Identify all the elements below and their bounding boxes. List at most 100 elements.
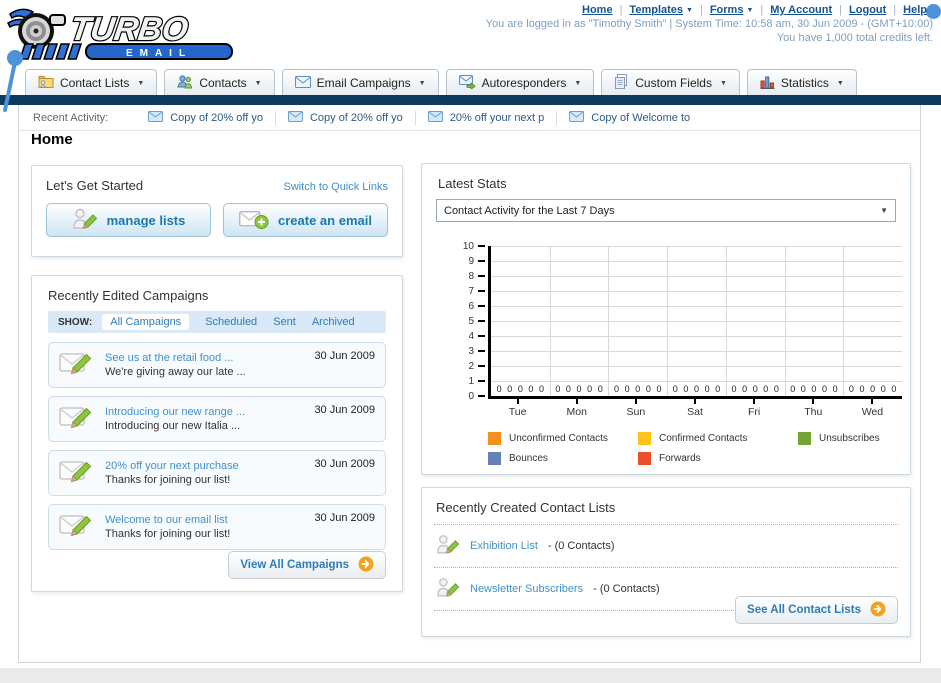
recent-activity-item[interactable]: Copy of 20% off yo: [136, 110, 276, 125]
chart-x-label: Tue: [488, 399, 547, 418]
chart-x-tick: [812, 399, 815, 404]
header-link-forms[interactable]: Forms: [710, 4, 744, 16]
chart-y-label: 4: [468, 331, 474, 342]
chart-y-tick: [478, 380, 485, 382]
see-all-contact-lists-button[interactable]: See All Contact Lists: [735, 596, 898, 624]
chart-value-label: 0: [496, 384, 502, 394]
recent-activity-link[interactable]: Copy of Welcome to: [591, 112, 690, 124]
chart-x-tick: [753, 399, 756, 404]
stats-period-select[interactable]: Contact Activity for the Last 7 Days ▼: [436, 199, 896, 222]
chart-y-label: 6: [468, 301, 474, 312]
chart-value-group: 00000: [608, 384, 667, 394]
chart-x-tick: [871, 399, 874, 404]
legend-item-confirmed-contacts: Confirmed Contacts: [638, 432, 798, 445]
campaign-subtitle: Introducing our new Italia ...: [105, 420, 241, 432]
switch-to-quick-links-link[interactable]: Switch to Quick Links: [283, 181, 388, 193]
page-title: Home: [31, 131, 73, 148]
chart-value-label: 0: [800, 384, 806, 394]
chart-value-label: 0: [773, 384, 779, 394]
manage-lists-button[interactable]: manage lists: [46, 203, 211, 237]
view-all-campaigns-button[interactable]: View All Campaigns: [228, 551, 386, 579]
campaign-item[interactable]: 20% off your next purchase Thanks for jo…: [48, 450, 386, 496]
tab-email-campaigns[interactable]: Email Campaigns ▼: [281, 69, 439, 96]
chart-gridline: [725, 246, 727, 396]
chart-y-label: 5: [468, 316, 474, 327]
tab-autoresponders[interactable]: Autoresponders ▼: [445, 69, 595, 96]
campaign-filter-sent[interactable]: Sent: [273, 316, 296, 328]
chart-gridline: [491, 366, 902, 367]
tab-statistics[interactable]: Statistics ▼: [746, 69, 857, 96]
recent-activity-item[interactable]: Copy of Welcome to: [557, 110, 702, 125]
chart-value-label: 0: [614, 384, 620, 394]
chart-x-label: Mon: [547, 399, 606, 418]
campaign-filter-archived[interactable]: Archived: [312, 316, 355, 328]
header-link-logout[interactable]: Logout: [849, 4, 886, 16]
campaign-item[interactable]: Introducing our new range ... Introducin…: [48, 396, 386, 442]
chart-x-tick: [693, 399, 696, 404]
chart-value-label: 0: [752, 384, 758, 394]
chart-x-axis: Tue Mon Sun Sat Fri Thu Wed: [488, 399, 902, 418]
credits-status: You have 1,000 total credits left.: [776, 32, 933, 44]
campaign-subtitle: We're giving away our late ...: [105, 366, 246, 378]
chart-value-labels: 00000000000000000000000000000000000: [491, 384, 902, 394]
header-link-my-account[interactable]: My Account: [770, 4, 832, 16]
contact-list-detail: - (0 Contacts): [593, 583, 660, 595]
chart-value-label: 0: [597, 384, 603, 394]
campaign-title-link[interactable]: 20% off your next purchase: [105, 459, 239, 473]
create-an-email-button[interactable]: create an email: [223, 203, 388, 237]
chart-value-group: 00000: [726, 384, 785, 394]
chart-x-tick: [575, 399, 578, 404]
chart-y-label: 2: [468, 361, 474, 372]
tab-contacts[interactable]: Contacts ▼: [164, 69, 275, 96]
legend-item-unconfirmed-contacts: Unconfirmed Contacts: [488, 432, 638, 445]
chart-gridline: [491, 381, 902, 382]
chart-value-group: 00000: [785, 384, 844, 394]
chart-gridline: [491, 306, 902, 307]
campaign-filter-all-campaigns[interactable]: All Campaigns: [102, 314, 190, 330]
chevron-down-icon: ▼: [254, 79, 262, 87]
chart-gridline: [784, 246, 786, 396]
campaign-title-link[interactable]: See us at the retail food ...: [105, 351, 246, 365]
chart-value-group: 00000: [667, 384, 726, 394]
legend-swatch: [798, 432, 811, 445]
header-link: Home |: [582, 4, 629, 16]
campaign-filter-scheduled[interactable]: Scheduled: [205, 316, 257, 328]
chart-gridline: [491, 351, 902, 352]
envelope-pencil-icon: [59, 350, 95, 380]
contact-list-name-link[interactable]: Newsletter Subscribers: [470, 583, 583, 595]
header-link-home[interactable]: Home: [582, 4, 613, 16]
contact-list-name-link[interactable]: Exhibition List: [470, 540, 538, 552]
chart-x-label: Thu: [784, 399, 843, 418]
envelope-icon: [427, 110, 443, 125]
chart-value-label: 0: [528, 384, 534, 394]
chart-value-label: 0: [859, 384, 865, 394]
header-link: Forms ▼ |: [710, 4, 770, 16]
campaign-item[interactable]: See us at the retail food ... We're givi…: [48, 342, 386, 388]
contact-list-item[interactable]: Exhibition List - (0 Contacts): [434, 525, 898, 568]
chart-gridline: [608, 246, 610, 396]
recent-activity-link[interactable]: Copy of 20% off yo: [310, 112, 403, 124]
chevron-down-icon: ▼: [418, 79, 426, 87]
chevron-down-icon: ▼: [746, 6, 754, 14]
header-link-help[interactable]: Help: [903, 4, 927, 16]
campaign-title-link[interactable]: Introducing our new range ...: [105, 405, 245, 419]
envelope-icon: [569, 110, 585, 125]
header-link-templates[interactable]: Templates: [629, 4, 683, 16]
campaign-filterbar: SHOW: All Campaigns Scheduled Sent Archived: [48, 311, 386, 333]
link-separator: |: [839, 4, 843, 16]
envelope-pencil-icon: [59, 458, 95, 488]
header-links: Home | Templates ▼ | Forms ▼ | My Accoun…: [486, 4, 927, 16]
recent-activity-link[interactable]: Copy of 20% off yo: [170, 112, 263, 124]
tab-custom-fields[interactable]: Custom Fields ▼: [601, 69, 740, 96]
recent-activity-link[interactable]: 20% off your next p: [450, 112, 545, 124]
nav-divider-bar: [0, 95, 941, 105]
tab-contact-lists[interactable]: Contact Lists ▼: [25, 69, 158, 96]
chart-value-label: 0: [870, 384, 876, 394]
legend-item-bounces: Bounces: [488, 452, 638, 465]
campaign-title-link[interactable]: Welcome to our email list: [105, 513, 230, 527]
campaign-item[interactable]: Welcome to our email list Thanks for joi…: [48, 504, 386, 550]
legend-label: Unsubscribes: [819, 433, 880, 444]
recent-activity-item[interactable]: 20% off your next p: [416, 110, 558, 125]
chart-y-tick: [478, 290, 485, 292]
recent-activity-item[interactable]: Copy of 20% off yo: [276, 110, 416, 125]
